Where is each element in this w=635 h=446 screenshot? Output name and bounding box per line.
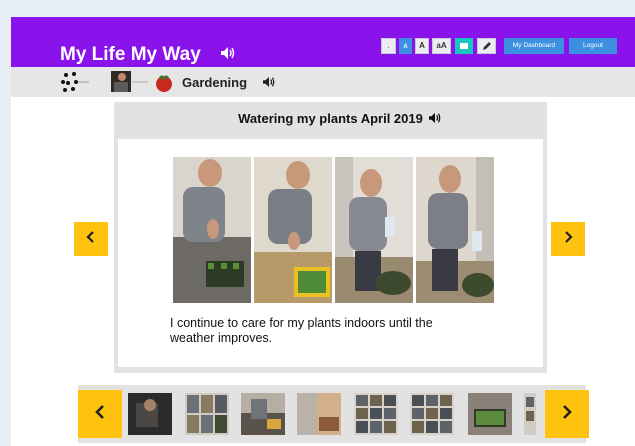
story-thumbnail[interactable] [354,393,398,435]
chevron-right-icon [563,405,572,419]
contrast-button[interactable] [455,38,473,54]
speaker-icon[interactable] [262,76,276,88]
thumbnail-image [241,393,285,435]
story-photo[interactable] [335,157,413,303]
text-large-label: aA [436,41,447,50]
edit-button[interactable] [477,38,496,54]
thumbnail-strip [78,385,589,443]
story-thumbnail[interactable] [185,393,229,435]
chevron-left-icon [95,405,104,419]
text-large-button[interactable]: aA [432,38,451,54]
breadcrumb-connector [132,81,148,83]
chevron-right-icon [565,231,573,243]
story-thumbnail[interactable] [468,393,512,435]
chevron-left-icon [86,231,94,243]
story-title: Watering my plants April 2019 [238,111,423,126]
text-medium-button[interactable]: A [415,38,429,54]
speaker-icon[interactable] [220,46,236,65]
story-thumbnail[interactable] [241,393,285,435]
tomato-icon[interactable] [153,71,175,93]
breadcrumb: Gardening [11,67,635,97]
thumbnail-image [524,393,536,435]
story-thumbnail[interactable] [524,393,536,435]
app-window: My Life My Way . A A aA My Dashboard Log… [11,17,635,446]
thumbnail-image [468,393,512,435]
previous-story-button[interactable] [74,222,108,256]
story-thumbnail[interactable] [410,393,454,435]
text-medium-label: A [419,41,425,50]
breadcrumb-thumbnail[interactable] [111,71,131,92]
pencil-icon [482,42,491,50]
app-title: My Life My Way [60,44,201,65]
next-story-button[interactable] [551,222,585,256]
dashboard-button[interactable]: My Dashboard [504,38,564,54]
dashboard-label: My Dashboard [512,42,556,49]
photo-thumbnail-icon [111,71,131,92]
photo-watering-1 [173,157,251,303]
header: My Life My Way . A A aA My Dashboard Log… [11,17,635,67]
story-photo[interactable] [254,157,332,303]
story-caption: I continue to care for my plants indoors… [170,316,433,345]
home-network-icon[interactable] [60,71,90,93]
breadcrumb-current[interactable]: Gardening [182,75,247,90]
logout-button[interactable]: Logout [569,38,617,54]
thumbnail-image [354,393,398,435]
photo-watering-3 [335,157,413,303]
logout-label: Logout [583,42,603,49]
speaker-icon[interactable] [428,112,442,124]
text-smallest-button[interactable]: . [381,38,396,54]
story-content: I continue to care for my plants indoors… [118,139,543,367]
thumbnail-image [297,393,341,435]
story-thumbnail[interactable] [297,393,341,435]
thumbnail-image [128,393,172,435]
photo-watering-4 [416,157,494,303]
story-card: Watering my plants April 2019 I continue… [114,102,547,373]
story-photo[interactable] [173,157,251,303]
story-thumbnail[interactable] [128,393,172,435]
thumbnail-image [185,393,229,435]
contrast-icon [460,43,468,49]
thumbnail-image [410,393,454,435]
thumbnails-next-button[interactable] [545,390,589,438]
thumbnails-previous-button[interactable] [78,390,122,438]
story-photo[interactable] [416,157,494,303]
photo-watering-2 [254,157,332,303]
text-small-button[interactable]: A [399,38,412,54]
text-small-label: A [403,44,408,50]
